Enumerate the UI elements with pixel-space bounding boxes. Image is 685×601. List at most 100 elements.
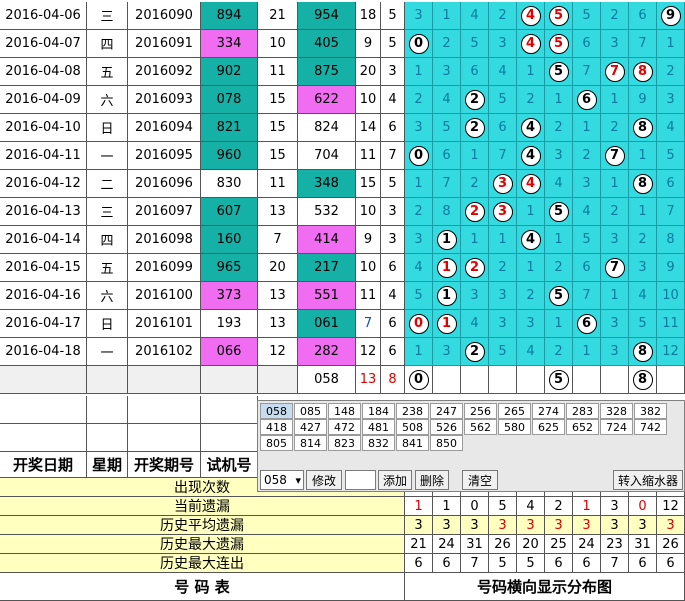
number-option[interactable]: 427 (294, 419, 327, 435)
row-issue: 2016095 (128, 142, 201, 170)
row-span: 14 (356, 114, 381, 142)
number-option[interactable]: 562 (464, 419, 497, 435)
miss-count: 4 (470, 8, 479, 23)
stat-value: 3 (601, 497, 629, 516)
number-option[interactable]: 274 (532, 403, 565, 419)
row-n: 6 (381, 338, 405, 366)
grid-cell: 5 (489, 338, 517, 366)
number-select[interactable]: 058 ▾ (260, 470, 304, 490)
number-option[interactable]: 265 (498, 403, 531, 419)
row-span: 18 (356, 2, 381, 30)
grid-cell: 1 (517, 58, 545, 86)
number-option[interactable]: 814 (294, 435, 327, 451)
grid-cell: 2 (405, 86, 433, 114)
row-sum-a: 13 (258, 198, 298, 226)
row-date: 2016-04-11 (0, 142, 87, 170)
grid-cell: 4 (517, 226, 545, 254)
number-option[interactable]: 832 (362, 435, 395, 451)
row-date: 2016-04-10 (0, 114, 87, 142)
current-grid-cell: 8 (629, 366, 657, 394)
number-option[interactable]: 652 (566, 419, 599, 435)
miss-count: 4 (442, 92, 451, 107)
grid-cell: 2 (517, 86, 545, 114)
row-trial: 193 (201, 310, 258, 338)
grid-cell: 5 (461, 30, 489, 58)
number-option[interactable]: 238 (396, 403, 429, 419)
grid-cell: 6 (657, 170, 685, 198)
grid-cell: 2 (601, 114, 629, 142)
grid-cell: 1 (573, 114, 601, 142)
number-option[interactable]: 481 (362, 419, 395, 435)
grid-cell: 2 (461, 338, 489, 366)
number-option[interactable]: 625 (532, 419, 565, 435)
row-trial: 078 (201, 86, 258, 114)
number-ball: 4 (520, 173, 541, 194)
grid-cell: 1 (489, 226, 517, 254)
miss-count: 2 (498, 260, 507, 275)
grid-cell: 2 (461, 86, 489, 114)
grid-cell: 2 (489, 2, 517, 30)
number-option[interactable]: 283 (566, 403, 599, 419)
grid-cell: 3 (433, 338, 461, 366)
header-trial: 试机号 (201, 452, 258, 478)
modify-button[interactable]: 修改 (306, 470, 342, 490)
delete-button[interactable]: 删除 (415, 470, 449, 490)
stat-value: 6 (657, 554, 685, 573)
miss-count: 9 (666, 260, 675, 275)
miss-count: 2 (666, 64, 675, 79)
chevron-down-icon[interactable]: ▾ (295, 474, 301, 487)
number-option[interactable]: 742 (634, 419, 667, 435)
add-button[interactable]: 添加 (378, 470, 412, 490)
number-ball: 5 (548, 5, 569, 26)
number-option[interactable]: 526 (430, 419, 463, 435)
number-option[interactable]: 472 (328, 419, 361, 435)
stat-label: 历史平均遗漏 (0, 516, 405, 535)
row-sum-a: 15 (258, 86, 298, 114)
number-option[interactable]: 058 (260, 403, 293, 419)
row-draw: 704 (298, 142, 356, 170)
stat-value: 5 (489, 554, 517, 573)
stat-value: 0 (629, 497, 657, 516)
number-option[interactable]: 823 (328, 435, 361, 451)
number-option[interactable]: 508 (396, 419, 429, 435)
grid-cell: 1 (545, 86, 573, 114)
number-option[interactable]: 724 (600, 419, 633, 435)
number-option[interactable]: 841 (396, 435, 429, 451)
header-date: 开奖日期 (0, 452, 87, 478)
number-option[interactable]: 148 (328, 403, 361, 419)
miss-count: 5 (582, 8, 591, 23)
grid-cell: 7 (601, 142, 629, 170)
row-sum-a: 21 (258, 2, 298, 30)
number-option[interactable]: 256 (464, 403, 497, 419)
number-option[interactable]: 085 (294, 403, 327, 419)
miss-count: 7 (638, 36, 647, 51)
number-select-value: 058 (264, 473, 287, 487)
number-option[interactable]: 580 (498, 419, 531, 435)
clear-button[interactable]: 清空 (462, 470, 498, 490)
number-input[interactable] (345, 470, 376, 490)
miss-count: 2 (498, 8, 507, 23)
row-n: 3 (381, 58, 405, 86)
number-option[interactable]: 805 (260, 435, 293, 451)
number-option[interactable]: 382 (634, 403, 667, 419)
row-n: 3 (381, 198, 405, 226)
number-option[interactable]: 328 (600, 403, 633, 419)
header-weekday: 星期 (87, 452, 128, 478)
number-option[interactable]: 247 (430, 403, 463, 419)
number-ball: 5 (548, 33, 569, 54)
row-n: 4 (381, 282, 405, 310)
grid-cell: 1 (405, 58, 433, 86)
row-date: 2016-04-17 (0, 310, 87, 338)
stat-value: 26 (489, 535, 517, 554)
grid-cell: 2 (489, 254, 517, 282)
row-weekday: 五 (87, 58, 128, 86)
grid-cell: 5 (657, 142, 685, 170)
transfer-button[interactable]: 转入缩水器 (613, 470, 683, 490)
grid-cell: 1 (629, 198, 657, 226)
number-option[interactable]: 418 (260, 419, 293, 435)
row-span: 20 (356, 58, 381, 86)
stat-value: 25 (545, 535, 573, 554)
stat-value: 12 (657, 497, 685, 516)
number-option[interactable]: 850 (430, 435, 463, 451)
number-option[interactable]: 184 (362, 403, 395, 419)
